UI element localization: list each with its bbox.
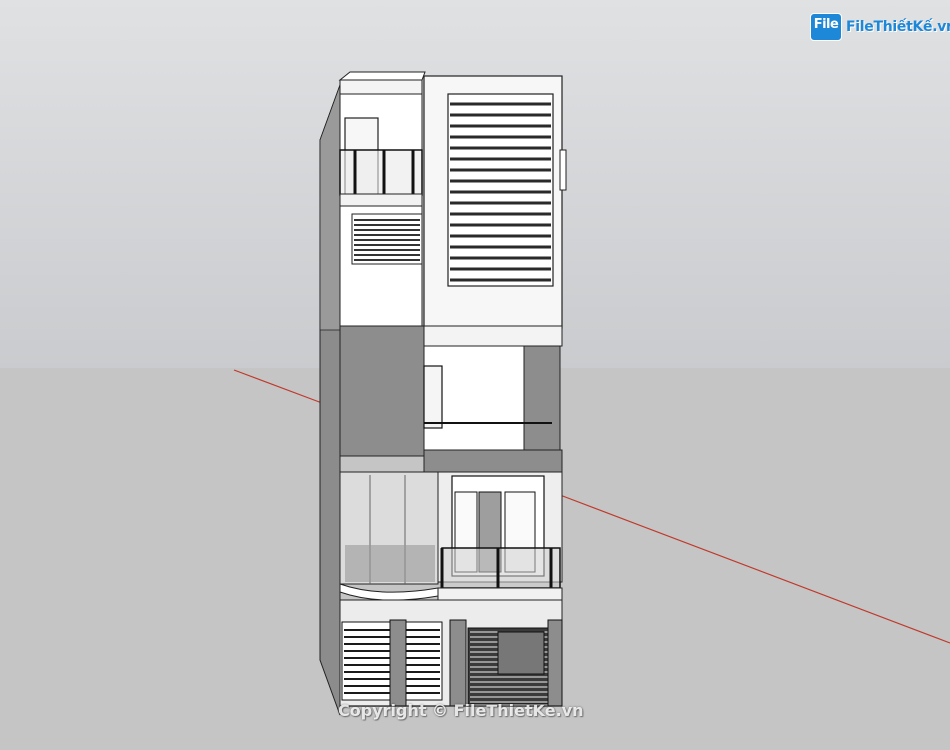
curved-canopy — [339, 583, 439, 601]
balcony-slab — [339, 193, 423, 207]
townhouse-model — [233, 71, 950, 716]
grey-band-left — [339, 325, 425, 457]
site-logo: File FileThiếtKế.vn — [810, 12, 950, 42]
front-balcony-railing — [441, 547, 561, 589]
gate-pillar-3 — [547, 619, 563, 707]
logo-badge-text: File — [813, 17, 839, 32]
gate-pillar-2 — [449, 619, 467, 707]
floor-slab-1 — [423, 449, 563, 473]
model-viewport[interactable]: File FileThiếtKế.vn Copyright © FileThie… — [0, 0, 950, 750]
grey-column — [523, 345, 561, 451]
copyright-watermark: Copyright © FileThietKe.vn — [338, 701, 584, 720]
red-axis-left — [233, 369, 323, 404]
red-axis-right — [559, 494, 950, 644]
side-wall-upper — [319, 84, 341, 331]
upper-balcony-railing — [339, 149, 423, 196]
roof-parapet — [339, 79, 423, 95]
gate-pillar-1 — [389, 619, 407, 707]
floor-slab-2 — [423, 325, 563, 347]
logo-text: FileThiếtKế.vn — [846, 19, 950, 35]
second-floor-door — [423, 365, 443, 429]
side-fin — [559, 149, 567, 191]
glass-reflection — [345, 545, 435, 582]
roof-cap — [338, 71, 426, 81]
file-box-icon: File — [810, 13, 842, 41]
gate-lattice — [497, 631, 545, 675]
louver-slats-left — [354, 219, 420, 261]
